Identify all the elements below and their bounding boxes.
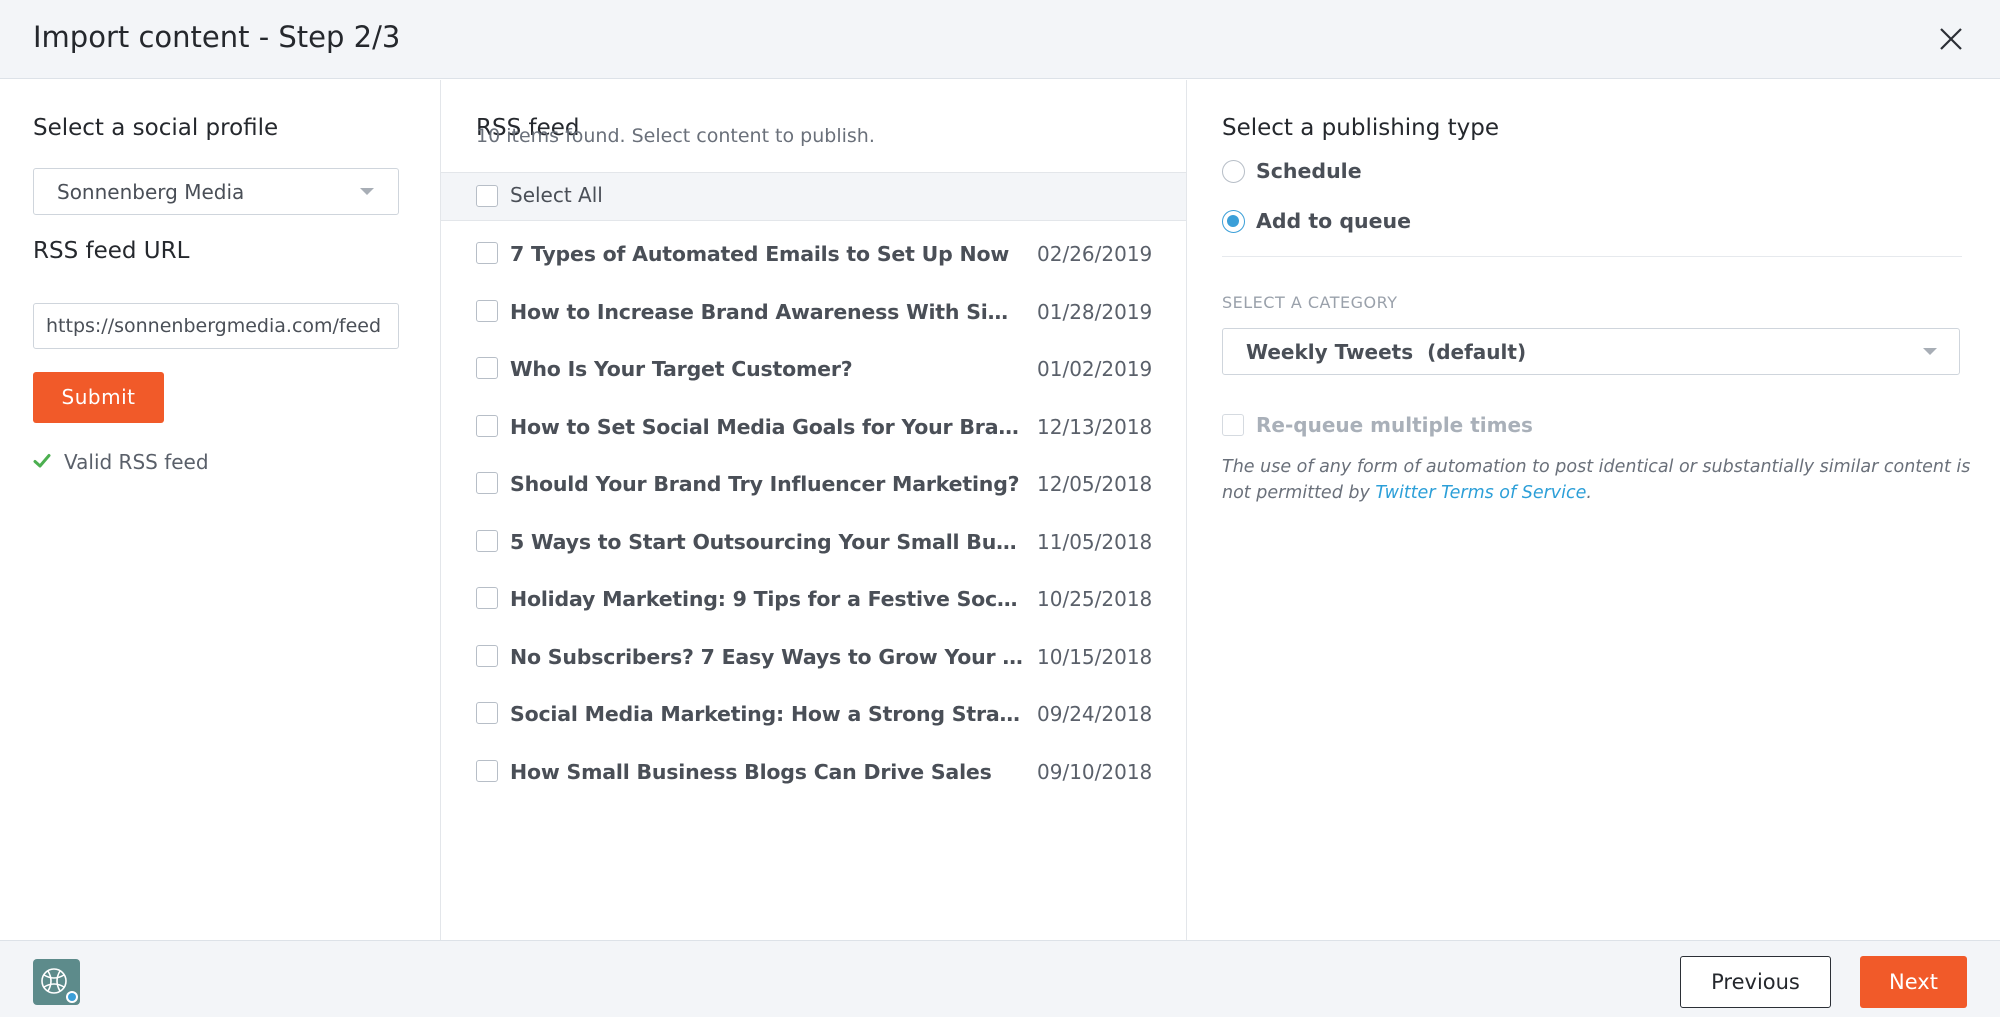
feed-item-checkbox[interactable] — [476, 472, 498, 494]
feed-item-date: 02/26/2019 — [1037, 242, 1153, 266]
feed-item-title[interactable]: How Small Business Blogs Can Drive Sales — [510, 760, 1024, 784]
feed-item-checkbox[interactable] — [476, 587, 498, 609]
rss-url-input[interactable] — [33, 303, 399, 349]
close-button[interactable] — [1934, 22, 1968, 56]
requeue-checkbox[interactable] — [1222, 414, 1244, 436]
profile-select[interactable]: Sonnenberg Media — [33, 168, 399, 215]
feed-item-title[interactable]: Should Your Brand Try Influencer Marketi… — [510, 472, 1024, 496]
feed-item-checkbox[interactable] — [476, 702, 498, 724]
category-select[interactable]: Weekly Tweets (default) — [1222, 328, 1960, 375]
profile-label: Select a social profile — [33, 115, 279, 141]
rss-url-label: RSS feed URL — [33, 238, 190, 264]
feed-item-title[interactable]: Who Is Your Target Customer? — [510, 357, 1024, 381]
feed-item-date: 10/15/2018 — [1037, 644, 1153, 669]
feed-item-title[interactable]: How to Set Social Media Goals for Your B… — [510, 415, 1024, 439]
rss-feed-subtitle: 10 items found. Select content to publis… — [476, 125, 875, 147]
feed-item-checkbox[interactable] — [476, 357, 498, 379]
close-icon — [1940, 28, 1962, 50]
feed-item[interactable]: Social Media Marketing: How a Strong Str… — [441, 685, 1186, 743]
schedule-radio[interactable] — [1222, 160, 1245, 183]
automation-disclaimer: The use of any form of automation to pos… — [1222, 454, 1972, 506]
feed-item-checkbox[interactable] — [476, 242, 498, 264]
modal-title: Import content - Step 2/3 — [33, 20, 401, 54]
profile-select-value: Sonnenberg Media — [57, 180, 245, 204]
profile-panel: Select a social profile Sonnenberg Media… — [0, 80, 441, 940]
feed-item[interactable]: Who Is Your Target Customer? 01/02/2019 — [441, 340, 1186, 398]
rss-feed-panel: RSS feed 10 items found. Select content … — [441, 80, 1187, 940]
feed-item[interactable]: How to Set Social Media Goals for Your B… — [441, 398, 1186, 456]
feed-item-date: 09/10/2018 — [1037, 759, 1153, 784]
feed-item-checkbox[interactable] — [476, 299, 498, 322]
feed-item-date: 11/05/2018 — [1037, 529, 1153, 554]
feed-item[interactable]: Holiday Marketing: 9 Tips for a Festive … — [441, 570, 1186, 628]
next-button[interactable]: Next — [1860, 956, 1967, 1008]
feed-item-title[interactable]: How to Increase Brand Awareness With Sim… — [510, 300, 1024, 324]
check-icon — [33, 454, 51, 468]
feed-item[interactable]: How Small Business Blogs Can Drive Sales… — [441, 743, 1186, 801]
feed-item-title[interactable]: 5 Ways to Start Outsourcing Your Small B… — [510, 530, 1024, 554]
feed-item-list: 7 Types of Automated Emails to Set Up No… — [441, 225, 1186, 800]
feed-item[interactable]: 7 Types of Automated Emails to Set Up No… — [441, 225, 1186, 283]
feed-item-date: 12/05/2018 — [1037, 472, 1153, 496]
feed-item-title[interactable]: 7 Types of Automated Emails to Set Up No… — [510, 242, 1024, 266]
select-all-bar: Select All — [441, 172, 1186, 221]
chevron-down-icon — [360, 188, 374, 195]
schedule-label[interactable]: Schedule — [1256, 159, 1362, 183]
feed-item[interactable]: How to Increase Brand Awareness With Sim… — [441, 283, 1186, 341]
requeue-label[interactable]: Re-queue multiple times — [1256, 413, 1533, 437]
publishing-type-title: Select a publishing type — [1222, 115, 1500, 141]
feed-item-title[interactable]: Holiday Marketing: 9 Tips for a Festive … — [510, 587, 1024, 611]
select-all-checkbox[interactable] — [476, 185, 498, 207]
feed-item-title[interactable]: No Subscribers? 7 Easy Ways to Grow Your… — [510, 645, 1024, 669]
feed-item[interactable]: No Subscribers? 7 Easy Ways to Grow Your… — [441, 628, 1186, 686]
app-logo-icon — [33, 959, 80, 1005]
modal-header: Import content - Step 2/3 — [0, 0, 2000, 79]
feed-item-date: 09/24/2018 — [1037, 702, 1153, 726]
feed-item-checkbox[interactable] — [476, 759, 498, 782]
feed-item-date: 01/28/2019 — [1037, 299, 1153, 324]
publishing-panel: Select a publishing type Schedule Add to… — [1187, 80, 2000, 940]
feed-item[interactable]: 5 Ways to Start Outsourcing Your Small B… — [441, 513, 1186, 571]
modal-footer: Previous Next — [0, 940, 2000, 1017]
previous-button[interactable]: Previous — [1680, 956, 1831, 1008]
twitter-terms-link[interactable]: Twitter Terms of Service — [1375, 483, 1586, 503]
disclaimer-text: The use of any form of automation to pos… — [1222, 457, 1971, 503]
category-select-value: Weekly Tweets (default) — [1246, 340, 1527, 364]
feed-item-checkbox[interactable] — [476, 529, 498, 552]
divider — [1222, 256, 1962, 257]
valid-feed-text: Valid RSS feed — [64, 450, 209, 474]
feed-item-checkbox[interactable] — [476, 414, 498, 437]
category-label: SELECT A CATEGORY — [1222, 293, 1398, 312]
feed-item-title[interactable]: Social Media Marketing: How a Strong Str… — [510, 702, 1024, 726]
submit-button[interactable]: Submit — [33, 372, 164, 423]
select-all-label[interactable]: Select All — [510, 183, 603, 207]
feed-item[interactable]: Should Your Brand Try Influencer Marketi… — [441, 455, 1186, 513]
disclaimer-end: . — [1586, 483, 1592, 503]
chevron-down-icon — [1923, 348, 1937, 355]
feed-item-date: 12/13/2018 — [1037, 414, 1153, 439]
feed-item-date: 10/25/2018 — [1037, 587, 1153, 611]
feed-item-checkbox[interactable] — [476, 644, 498, 667]
feed-item-date: 01/02/2019 — [1037, 357, 1153, 381]
add-to-queue-label[interactable]: Add to queue — [1256, 209, 1411, 233]
add-to-queue-radio[interactable] — [1222, 210, 1245, 233]
